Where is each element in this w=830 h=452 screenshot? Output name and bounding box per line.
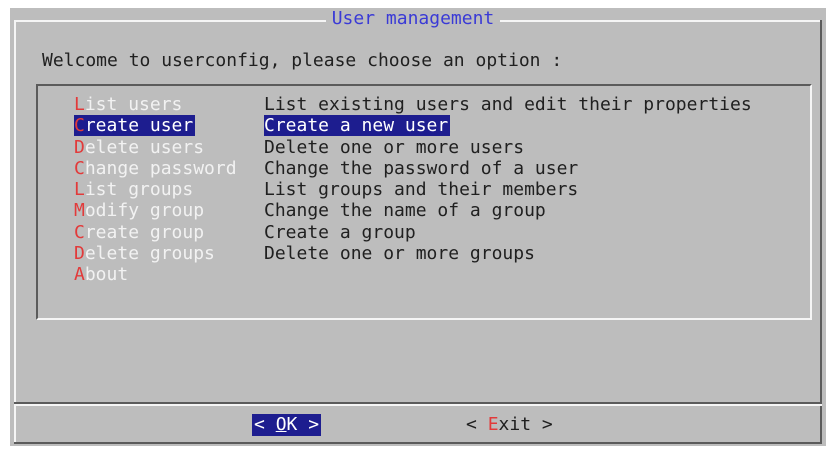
menu-item-description: List existing users and edit their prope… xyxy=(264,94,752,115)
menu-item-label: elete users xyxy=(84,136,205,158)
menu-item-label: odify group xyxy=(84,200,205,222)
menu-item-label: hange password xyxy=(84,157,237,179)
exit-button[interactable]: < Exit > xyxy=(466,414,553,436)
hotkey-letter: C xyxy=(74,221,85,243)
hotkey-letter: D xyxy=(74,136,85,158)
menu-item-description: Change the name of a group xyxy=(264,200,546,222)
menu-item-label: elete groups xyxy=(84,243,215,265)
menu-item-tag: About xyxy=(74,264,130,285)
menu-item-about[interactable]: About xyxy=(74,264,128,285)
exit-label: xit xyxy=(498,414,532,435)
hotkey-letter: L xyxy=(74,94,85,115)
menu-item-change-password[interactable]: Change password Change the password of a… xyxy=(74,158,578,179)
frame-bottom-line xyxy=(14,442,822,444)
menu-item-description: Create a new user xyxy=(264,115,451,137)
menu-item-tag: Create group xyxy=(74,222,206,243)
menu-item-description: Delete one or more users xyxy=(264,136,525,158)
menu-item-delete-groups[interactable]: Delete groups Delete one or more groups xyxy=(74,243,535,264)
menu-item-description: List groups and their members xyxy=(264,179,579,201)
hotkey-letter: A xyxy=(74,264,85,286)
hotkey-letter: L xyxy=(74,179,85,201)
hotkey-letter: M xyxy=(74,200,85,222)
exit-left-bracket: < xyxy=(466,414,488,435)
menu-item-label: bout xyxy=(84,264,129,286)
hotkey-letter: C xyxy=(74,115,85,137)
menu-item-tag: List users xyxy=(74,94,184,115)
menu-item-tag: Delete groups xyxy=(74,243,217,264)
frame-right-line xyxy=(820,20,822,442)
menu-item-list-users[interactable]: List users List existing users and edit … xyxy=(74,94,752,115)
frame-top-left-line xyxy=(14,20,326,22)
hotkey-letter: D xyxy=(74,243,85,265)
ok-hotkey: O xyxy=(275,414,287,435)
menu-item-create-group[interactable]: Create group Create a group xyxy=(74,222,416,243)
menu-item-label: ist groups xyxy=(84,179,194,201)
menu-item-description: Change the password of a user xyxy=(264,157,579,179)
menu-item-description: Create a group xyxy=(264,221,416,243)
menu-item-tag: Change password xyxy=(74,158,239,179)
menu-item-tag: List groups xyxy=(74,179,195,200)
menu-item-modify-group[interactable]: Modify group Change the name of a group xyxy=(74,200,546,221)
ok-left-bracket: < xyxy=(254,414,276,435)
menu-item-label: ist users xyxy=(84,94,183,115)
menu-item-tag: Create user xyxy=(74,115,196,137)
menu-item-delete-users[interactable]: Delete users Delete one or more users xyxy=(74,137,524,158)
welcome-prompt: Welcome to userconfig, please choose an … xyxy=(42,50,563,71)
menu-item-tag: Delete users xyxy=(74,137,206,158)
exit-right-bracket: > xyxy=(531,414,553,435)
frame-top-right-line xyxy=(500,20,820,22)
ok-label: K xyxy=(286,414,298,435)
button-separator-light xyxy=(14,404,822,406)
menu-item-label: reate user xyxy=(84,115,194,137)
exit-hotkey: E xyxy=(487,414,499,435)
ok-right-bracket: > xyxy=(297,414,320,435)
menu-item-create-user[interactable]: Create user Create a new user xyxy=(74,115,451,137)
menu-list: List users List existing users and edit … xyxy=(74,94,752,286)
dialog-title: User management xyxy=(326,8,500,30)
menu-item-label: reate group xyxy=(84,221,205,243)
menu-item-description: Delete one or more groups xyxy=(264,243,535,265)
ok-button[interactable]: < OK > xyxy=(252,414,322,436)
frame-left-line xyxy=(14,20,16,442)
hotkey-letter: C xyxy=(74,157,85,179)
menu-item-tag: Modify group xyxy=(74,200,206,221)
menu-item-list-groups[interactable]: List groups List groups and their member… xyxy=(74,179,578,200)
